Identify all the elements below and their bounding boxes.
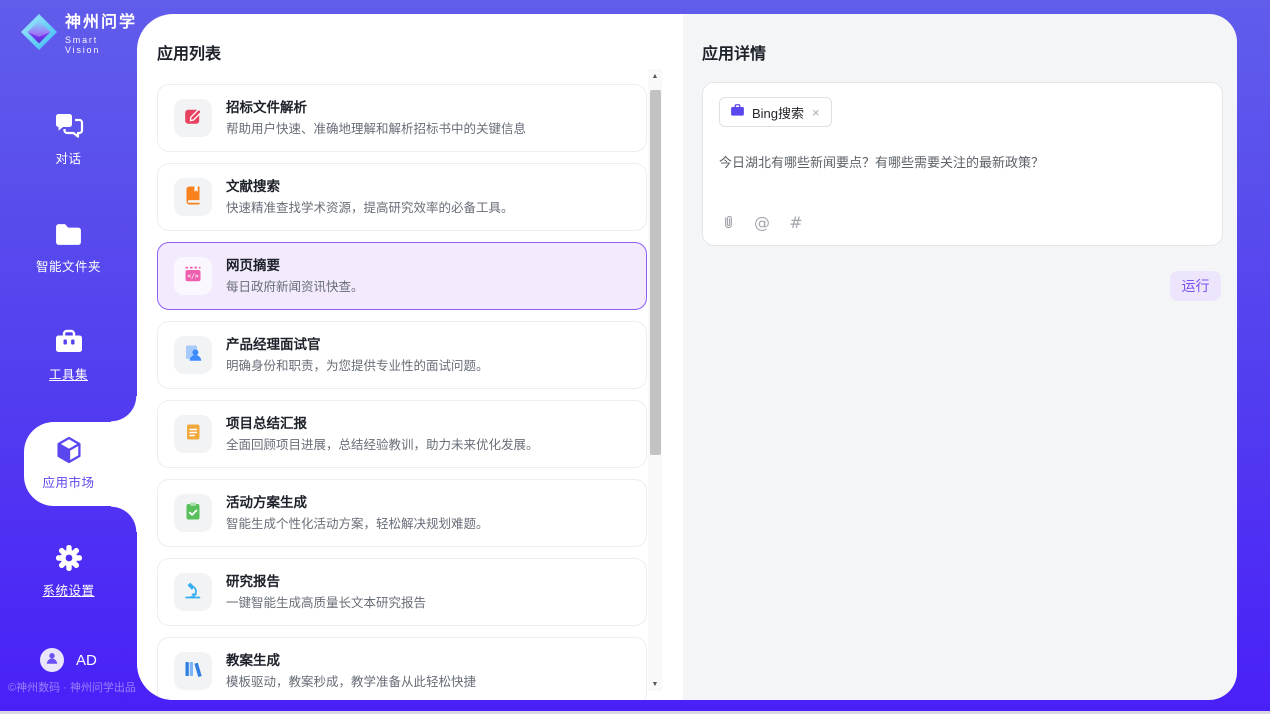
app-card[interactable]: 研究报告 一键智能生成高质量长文本研究报告 bbox=[157, 558, 647, 626]
app-icon-box bbox=[174, 494, 212, 532]
app-card-title: 文献搜索 bbox=[226, 180, 514, 194]
app-card-desc: 智能生成个性化活动方案，轻松解决规划难题。 bbox=[226, 518, 489, 531]
app-card-title: 招标文件解析 bbox=[226, 101, 526, 115]
app-card[interactable]: 招标文件解析 帮助用户快速、准确地理解和解析招标书中的关键信息 bbox=[157, 84, 647, 152]
app-card[interactable]: 教案生成 模板驱动，教案秒成，教学准备从此轻松快捷 bbox=[157, 637, 647, 700]
brand-name: 神州问学 bbox=[65, 14, 137, 32]
folder-icon bbox=[54, 219, 83, 249]
bump-corner-top bbox=[111, 396, 137, 422]
app-card-desc: 明确身份和职责，为您提供专业性的面试问题。 bbox=[226, 360, 489, 373]
code-window-icon: </> bbox=[183, 264, 203, 289]
app-card-title: 研究报告 bbox=[226, 575, 426, 589]
app-icon-box bbox=[174, 178, 212, 216]
app-card-title: 产品经理面试官 bbox=[226, 338, 489, 352]
document-icon bbox=[183, 422, 203, 447]
app-list-panel: 应用列表 招标文件解析 帮助用户快速、准确地理解和解析招标书中的关键信息 文献搜… bbox=[137, 14, 683, 700]
close-icon[interactable]: × bbox=[811, 106, 821, 119]
app-card-desc: 模板驱动，教案秒成，教学准备从此轻松快捷 bbox=[226, 676, 476, 689]
scrollbar-track[interactable]: ▲ ▼ bbox=[648, 69, 662, 691]
book-icon bbox=[183, 185, 203, 210]
avatar bbox=[40, 648, 64, 672]
app-list-title: 应用列表 bbox=[157, 40, 221, 64]
tool-tag-label: Bing搜索 bbox=[752, 103, 804, 122]
interviewer-icon bbox=[183, 343, 203, 368]
gear-icon bbox=[55, 543, 83, 573]
tool-tag-bing-search[interactable]: Bing搜索 × bbox=[719, 97, 832, 127]
sidebar-item-smart-folder[interactable]: 智能文件夹 bbox=[0, 219, 137, 275]
sidebar-item-toolset[interactable]: 工具集 bbox=[0, 327, 137, 383]
app-card-desc: 每日政府新闻资讯快查。 bbox=[226, 281, 364, 294]
sidebar-item-app-market[interactable]: 应用市场 bbox=[0, 435, 137, 491]
user-row[interactable]: AD bbox=[40, 648, 97, 672]
run-button[interactable]: 运行 bbox=[1170, 271, 1221, 301]
sidebar-item-chat[interactable]: 对话 bbox=[0, 111, 137, 167]
app-icon-box bbox=[174, 336, 212, 374]
microscope-icon bbox=[183, 580, 203, 605]
app-card-desc: 帮助用户快速、准确地理解和解析招标书中的关键信息 bbox=[226, 123, 526, 136]
app-card-title: 教案生成 bbox=[226, 654, 476, 668]
app-card-desc: 全面回顾项目进展，总结经验教训，助力未来优化发展。 bbox=[226, 439, 539, 452]
user-icon bbox=[44, 650, 60, 671]
diamond-logo-icon bbox=[20, 13, 58, 56]
scrollbar-thumb[interactable] bbox=[650, 90, 661, 455]
app-card[interactable]: 项目总结汇报 全面回顾项目进展，总结经验教训，助力未来优化发展。 bbox=[157, 400, 647, 468]
brand-subtitle: Smart Vision bbox=[65, 35, 137, 55]
prompt-card: Bing搜索 × 今日湖北有哪些新闻要点？有哪些需要关注的最新政策？ @# bbox=[702, 82, 1223, 246]
toolbox-icon bbox=[54, 327, 84, 357]
app-icon-box bbox=[174, 652, 212, 690]
chat-icon bbox=[54, 111, 84, 141]
prompt-toolbar: @# bbox=[719, 213, 1206, 231]
app-card-title: 活动方案生成 bbox=[226, 496, 489, 510]
app-detail-panel: 应用详情 Bing搜索 × 今日湖北有哪些新闻要点？有哪些需要关注的最新政策？ … bbox=[683, 14, 1237, 700]
briefcase-icon bbox=[730, 103, 745, 122]
app-card-title: 项目总结汇报 bbox=[226, 417, 539, 431]
app-card-desc: 快速精准查找学术资源，提高研究效率的必备工具。 bbox=[226, 202, 514, 215]
cube-icon bbox=[54, 435, 84, 465]
scroll-up-icon[interactable]: ▲ bbox=[648, 69, 662, 83]
app-card[interactable]: 活动方案生成 智能生成个性化活动方案，轻松解决规划难题。 bbox=[157, 479, 647, 547]
sidebar-item-system-settings[interactable]: 系统设置 bbox=[0, 543, 137, 599]
paperclip-icon[interactable] bbox=[719, 213, 737, 231]
app-detail-title: 应用详情 bbox=[702, 40, 766, 64]
main-panel: 应用列表 招标文件解析 帮助用户快速、准确地理解和解析招标书中的关键信息 文献搜… bbox=[137, 14, 1237, 700]
app-card[interactable]: 产品经理面试官 明确身份和职责，为您提供专业性的面试问题。 bbox=[157, 321, 647, 389]
app-icon-box bbox=[174, 415, 212, 453]
books-icon bbox=[183, 659, 203, 684]
app-card-desc: 一键智能生成高质量长文本研究报告 bbox=[226, 597, 426, 610]
sidebar: 神州问学 Smart Vision 对话 智能文件夹 工具集 应用市场 bbox=[0, 0, 137, 711]
copyright-footer: ©神州数码 · 神州问学出品 bbox=[8, 679, 136, 695]
bump-corner-bottom bbox=[111, 506, 137, 532]
scroll-down-icon[interactable]: ▼ bbox=[648, 677, 662, 691]
edit-square-icon bbox=[183, 106, 203, 131]
app-cards: 招标文件解析 帮助用户快速、准确地理解和解析招标书中的关键信息 文献搜索 快速精… bbox=[157, 84, 647, 700]
app-card-title: 网页摘要 bbox=[226, 259, 364, 273]
hash-icon[interactable]: # bbox=[787, 213, 805, 231]
app-card[interactable]: </> 网页摘要 每日政府新闻资讯快查。 bbox=[157, 242, 647, 310]
app-card[interactable]: 文献搜索 快速精准查找学术资源，提高研究效率的必备工具。 bbox=[157, 163, 647, 231]
app-icon-box: </> bbox=[174, 257, 212, 295]
at-icon[interactable]: @ bbox=[753, 213, 771, 231]
user-initials: AD bbox=[76, 652, 97, 669]
brand: 神州问学 Smart Vision bbox=[20, 13, 137, 56]
clipboard-check-icon bbox=[183, 501, 203, 526]
prompt-input[interactable]: 今日湖北有哪些新闻要点？有哪些需要关注的最新政策？ bbox=[719, 153, 1206, 213]
app-icon-box bbox=[174, 99, 212, 137]
svg-text:</>: </> bbox=[187, 273, 198, 280]
app-icon-box bbox=[174, 573, 212, 611]
